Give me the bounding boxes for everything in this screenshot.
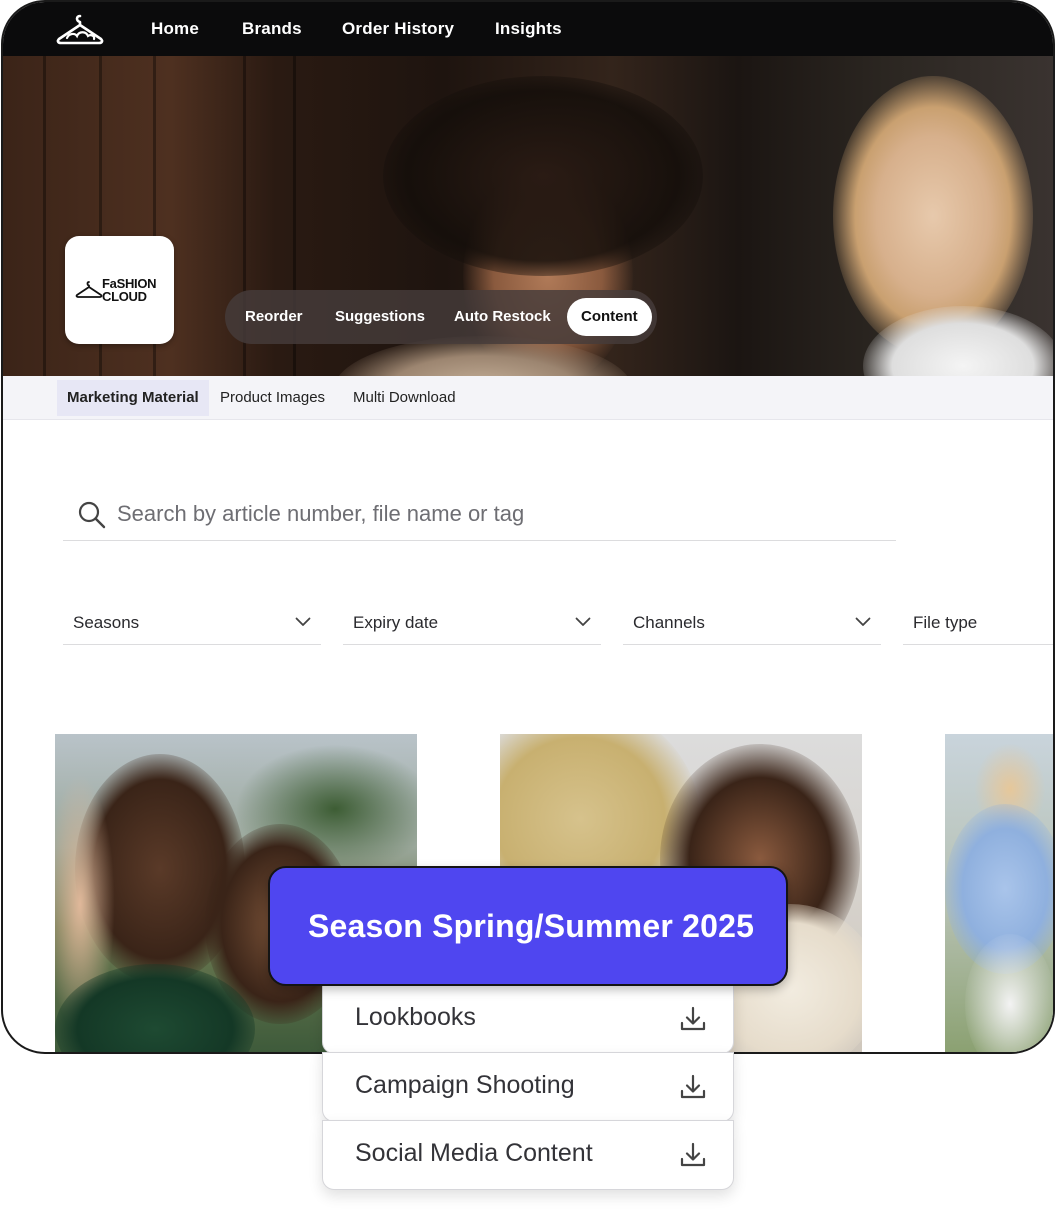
download-icon[interactable] [679, 1005, 707, 1033]
pill-auto-restock[interactable]: Auto Restock [440, 298, 565, 336]
download-item-campaign-shooting[interactable]: Campaign Shooting [322, 1052, 734, 1122]
search-icon [78, 501, 106, 529]
filter-file-type[interactable]: File type [903, 605, 1053, 645]
download-item-lookbooks[interactable]: Lookbooks [322, 984, 734, 1054]
download-item-label: Campaign Shooting [355, 1071, 575, 1099]
subtab-marketing-material[interactable]: Marketing Material [57, 380, 209, 416]
download-icon[interactable] [679, 1073, 707, 1101]
nav-insights[interactable]: Insights [495, 19, 562, 39]
hanger-icon [75, 281, 103, 298]
subtab-product-images[interactable]: Product Images [210, 380, 335, 416]
search-input[interactable] [117, 496, 877, 532]
subtab-multi-download[interactable]: Multi Download [343, 380, 466, 416]
hero-photo-hair-1 [383, 76, 703, 276]
hanger-icon[interactable] [55, 12, 105, 46]
filter-expiry-date[interactable]: Expiry date [343, 605, 601, 645]
nav-home[interactable]: Home [151, 19, 199, 39]
filter-channels[interactable]: Channels [623, 605, 881, 645]
download-icon[interactable] [679, 1141, 707, 1169]
pill-suggestions[interactable]: Suggestions [321, 298, 439, 336]
filter-label: Channels [633, 613, 705, 632]
chevron-down-icon [575, 617, 591, 626]
pill-reorder[interactable]: Reorder [231, 298, 317, 336]
brand-logo-text: CLOUD [102, 289, 147, 304]
top-nav: Home Brands Order History Insights [3, 2, 1053, 58]
season-label: Season Spring/Summer 2025 [308, 908, 755, 944]
filter-label: Expiry date [353, 613, 439, 632]
hero-decor [43, 56, 46, 378]
nav-brands[interactable]: Brands [242, 19, 302, 39]
filter-label: File type [913, 613, 978, 632]
chevron-down-icon [295, 617, 311, 626]
chevron-down-icon [855, 617, 871, 626]
content-pill-nav: Reorder Suggestions Auto Restock Content [225, 290, 657, 344]
subtab-bar: Marketing Material Product Images Multi … [3, 376, 1053, 420]
download-item-label: Social Media Content [355, 1139, 593, 1167]
download-item-label: Lookbooks [355, 1003, 476, 1031]
nav-order-history[interactable]: Order History [342, 19, 454, 39]
filter-label: Seasons [73, 613, 140, 632]
content-card-image[interactable] [945, 734, 1053, 1052]
pill-content[interactable]: Content [567, 298, 652, 336]
brand-logo[interactable]: FaSHION CLOUD [65, 236, 174, 344]
filter-seasons[interactable]: Seasons [63, 605, 321, 645]
download-item-social-media-content[interactable]: Social Media Content [322, 1120, 734, 1190]
search-bar [63, 488, 896, 541]
season-selector-button[interactable]: Season Spring/Summer 2025 [268, 866, 788, 986]
